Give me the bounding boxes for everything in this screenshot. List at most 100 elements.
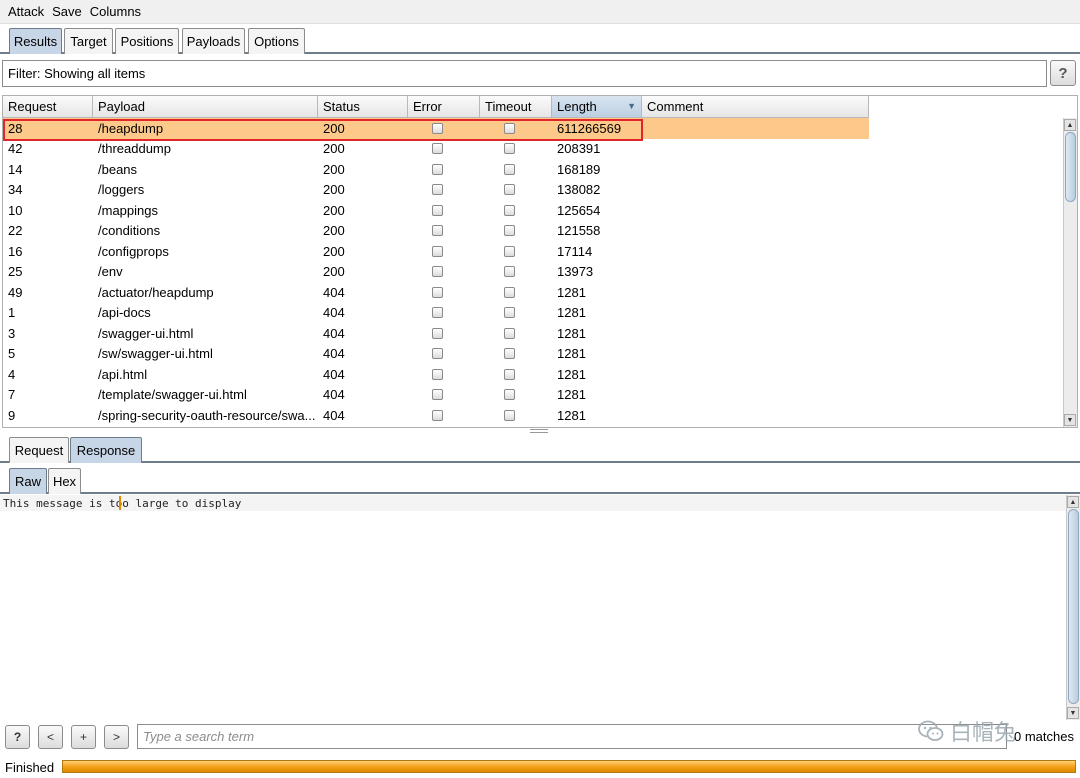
cell-length: 125654 (557, 202, 601, 218)
table-row[interactable]: 4/api.html 404 1281 (3, 364, 869, 385)
scroll-up-icon[interactable]: ▲ (1067, 496, 1079, 508)
scrollbar-thumb[interactable] (1065, 132, 1076, 202)
checkbox-icon (431, 307, 443, 319)
checkbox-icon (503, 307, 515, 319)
cell-request: 22 (8, 223, 23, 239)
table-row[interactable]: 3/swagger-ui.html 404 1281 (3, 323, 869, 344)
tab-target[interactable]: Target (64, 28, 113, 54)
filter-help-button[interactable]: ? (1050, 60, 1076, 86)
column-header-length[interactable]: Length ▼ (552, 96, 642, 118)
tab-results[interactable]: Results (9, 28, 62, 54)
view-tab-bar: Raw Hex (0, 466, 1080, 494)
table-row[interactable]: 16/configprops 200 17114 (3, 241, 869, 262)
cell-request: 9 (8, 407, 16, 423)
add-search-button[interactable]: + (71, 725, 96, 749)
scrollbar-thumb[interactable] (1068, 509, 1079, 704)
message-text: This message is too large to display (3, 497, 242, 510)
tab-payloads[interactable]: Payloads (182, 28, 245, 54)
tab-hex[interactable]: Hex (48, 468, 81, 494)
pane-splitter[interactable] (530, 429, 548, 433)
column-header-status[interactable]: Status (318, 96, 408, 118)
cell-request: 4 (8, 366, 16, 382)
message-scrollbar[interactable]: ▲ ▼ (1066, 495, 1080, 720)
cell-length: 138082 (557, 182, 601, 198)
cell-status: 404 (323, 325, 345, 341)
chevron-left-icon: < (46, 730, 54, 744)
cell-payload: /template/swagger-ui.html (98, 387, 247, 403)
cell-request: 28 (8, 120, 23, 136)
cell-status: 200 (323, 223, 345, 239)
table-row[interactable]: 5/sw/swagger-ui.html 404 1281 (3, 344, 869, 365)
table-row[interactable]: 7/template/swagger-ui.html 404 1281 (3, 385, 869, 406)
menu-columns[interactable]: Columns (90, 4, 141, 19)
column-header-request[interactable]: Request (3, 96, 93, 118)
table-row[interactable]: 14/beans 200 168189 (3, 159, 869, 180)
search-bar: ? < + > 白帽兔 0 matches (0, 720, 1080, 752)
tab-response[interactable]: Response (70, 437, 142, 463)
cell-status: 200 (323, 120, 345, 136)
cell-length: 1281 (557, 366, 586, 382)
cell-timeout (480, 245, 552, 257)
checkbox-icon (431, 327, 443, 339)
table-row[interactable]: 1/api-docs 404 1281 (3, 303, 869, 324)
checkbox-icon (431, 122, 443, 134)
column-header-timeout[interactable]: Timeout (480, 96, 552, 118)
table-body: 28/heapdump 200 611266569 42/threaddump 200 2… (3, 118, 869, 426)
cell-length: 611266569 (557, 120, 622, 136)
cell-timeout (480, 143, 552, 155)
table-scrollbar[interactable]: ▲ ▼ (1063, 118, 1077, 427)
cell-status: 200 (323, 264, 345, 280)
cell-length: 17114 (557, 243, 593, 259)
table-row[interactable]: 49/actuator/heapdump 404 1281 (3, 282, 869, 303)
menu-save[interactable]: Save (52, 4, 82, 19)
search-help-button[interactable]: ? (5, 725, 30, 749)
table-row[interactable]: 34/loggers 200 138082 (3, 180, 869, 201)
cell-payload: /sw/swagger-ui.html (98, 346, 213, 362)
search-input[interactable] (137, 724, 1007, 749)
cell-error (408, 266, 480, 278)
column-header-error[interactable]: Error (408, 96, 480, 118)
checkbox-icon (503, 368, 515, 380)
scroll-up-icon[interactable]: ▲ (1064, 119, 1076, 131)
cell-timeout (480, 184, 552, 196)
table-row[interactable]: 28/heapdump 200 611266569 (3, 118, 869, 139)
scroll-down-icon[interactable]: ▼ (1064, 414, 1076, 426)
table-row[interactable]: 25/env 200 13973 (3, 262, 869, 283)
match-count: 0 matches (1014, 729, 1074, 744)
cell-request: 1 (8, 305, 16, 321)
checkbox-icon (431, 348, 443, 360)
column-header-length-label: Length (557, 99, 597, 114)
cell-payload: /swagger-ui.html (98, 325, 194, 341)
cell-status: 404 (323, 346, 345, 362)
table-row[interactable]: 22/conditions 200 121558 (3, 221, 869, 242)
column-header-comment[interactable]: Comment (642, 96, 869, 118)
table-row[interactable]: 42/threaddump 200 208391 (3, 139, 869, 160)
cell-length: 1281 (557, 387, 586, 403)
cell-request: 3 (8, 325, 16, 341)
tab-positions[interactable]: Positions (115, 28, 179, 54)
column-header-payload[interactable]: Payload (93, 96, 318, 118)
tab-request[interactable]: Request (9, 437, 69, 463)
next-match-button[interactable]: > (104, 725, 129, 749)
scroll-down-icon[interactable]: ▼ (1067, 707, 1079, 719)
tab-options[interactable]: Options (248, 28, 305, 54)
table-row[interactable]: 9/spring-security-oauth-resource/swa... 4… (3, 405, 869, 426)
cell-payload: /configprops (98, 243, 169, 259)
cell-timeout (480, 225, 552, 237)
cell-payload: /env (98, 264, 123, 280)
tab-raw[interactable]: Raw (9, 468, 47, 494)
response-message-area[interactable]: This message is too large to display (0, 495, 1066, 720)
filter-bar[interactable]: Filter: Showing all items (2, 60, 1047, 87)
cell-payload: /threaddump (98, 141, 171, 157)
cell-request: 16 (8, 243, 23, 259)
checkbox-icon (431, 225, 443, 237)
checkbox-icon (503, 163, 515, 175)
cell-request: 25 (8, 264, 23, 280)
cell-length: 1281 (557, 284, 586, 300)
menu-attack[interactable]: Attack (8, 4, 44, 19)
previous-match-button[interactable]: < (38, 725, 63, 749)
filter-text: Filter: Showing all items (8, 66, 146, 81)
request-response-tab-bar: Request Response (0, 435, 1080, 463)
table-row[interactable]: 10/mappings 200 125654 (3, 200, 869, 221)
cell-timeout (480, 307, 552, 319)
